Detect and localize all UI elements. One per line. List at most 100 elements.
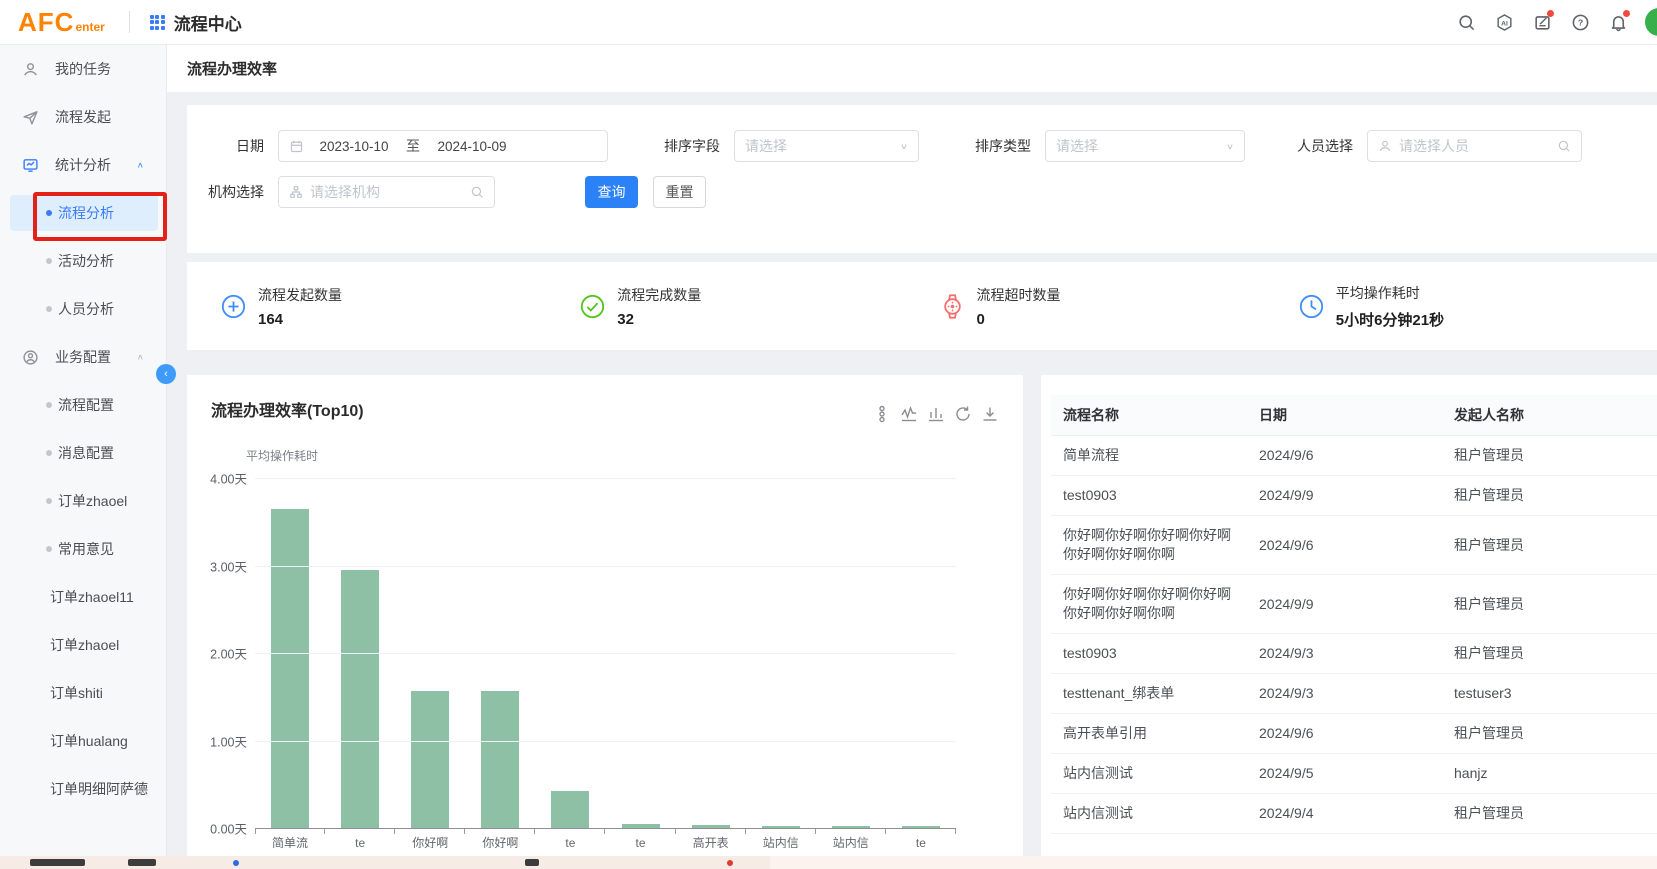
chart-bar[interactable]: [271, 509, 309, 828]
sidebar-item-process-analysis[interactable]: 流程分析: [0, 189, 166, 237]
topbar-actions: AI ?: [1453, 9, 1657, 35]
bell-icon[interactable]: [1605, 9, 1631, 35]
cell-date: 2024/9/9: [1247, 476, 1442, 516]
sidebar-item-activity-analysis[interactable]: 活动分析: [0, 237, 166, 285]
app-grid-icon[interactable]: [150, 15, 165, 30]
date-range-input[interactable]: 至: [278, 130, 608, 162]
sidebar-item-order-detail[interactable]: 订单明细阿萨德: [0, 765, 166, 813]
sidebar-item-order-shiti[interactable]: 订单shiti: [0, 669, 166, 717]
cell-initiator: 租户管理员: [1442, 436, 1657, 476]
stat-value: 5小时6分钟21秒: [1336, 309, 1444, 330]
sidebar-item-order-zhaoel-2[interactable]: 订单zhaoel: [0, 621, 166, 669]
cell-process-name: test0903: [1051, 634, 1247, 674]
table-row[interactable]: 站内信测试2024/9/5hanjz: [1051, 754, 1657, 794]
chart-bar[interactable]: [762, 826, 800, 828]
search-icon[interactable]: [1453, 9, 1479, 35]
table-row[interactable]: 简单流程2024/9/6租户管理员: [1051, 436, 1657, 476]
stats-panel: 流程发起数量 164 流程完成数量 32 流: [187, 262, 1657, 350]
sidebar-item-message-config[interactable]: 消息配置: [0, 429, 166, 477]
cell-initiator: 租户管理员: [1442, 794, 1657, 834]
process-table-panel: 流程名称 日期 发起人名称 简单流程2024/9/6租户管理员 test0903…: [1041, 375, 1657, 869]
sidebar-item-process-config[interactable]: 流程配置: [0, 381, 166, 429]
date-start-input[interactable]: [304, 139, 404, 154]
chart-bar[interactable]: [341, 570, 379, 828]
table-row[interactable]: 你好啊你好啊你好啊你好啊你好啊你好啊你啊2024/9/9租户管理员: [1051, 575, 1657, 634]
cell-date: 2024/9/3: [1247, 674, 1442, 714]
sort-type-label: 排序类型: [945, 136, 1031, 156]
svg-text:?: ?: [1577, 17, 1582, 27]
table-row[interactable]: test09032024/9/9租户管理员: [1051, 476, 1657, 516]
date-end-input[interactable]: [422, 139, 522, 154]
chart-bar[interactable]: [481, 691, 519, 828]
cell-date: 2024/9/5: [1247, 754, 1442, 794]
query-button[interactable]: 查询: [585, 176, 638, 208]
sidebar-item-common-opinions[interactable]: 常用意见: [0, 525, 166, 573]
sidebar-item-my-tasks[interactable]: 我的任务: [0, 45, 166, 93]
select-placeholder: 请选择: [1056, 136, 1226, 156]
col-header-initiator: 发起人名称: [1442, 395, 1657, 436]
gridline: [255, 741, 956, 742]
sidebar-item-order-hualang[interactable]: 订单hualang: [0, 717, 166, 765]
sidebar-item-label: 流程分析: [58, 203, 114, 223]
toolbox-bar-chart-icon[interactable]: [927, 405, 945, 423]
sidebar-item-personnel-analysis[interactable]: 人员分析: [0, 285, 166, 333]
sidebar-item-label: 消息配置: [58, 443, 114, 463]
sidebar-item-process-start[interactable]: 流程发起: [0, 93, 166, 141]
chart-x-label: 站内信: [746, 829, 816, 848]
compose-icon[interactable]: [1529, 9, 1555, 35]
toolbox-refresh-icon[interactable]: [954, 405, 972, 423]
col-header-date: 日期: [1247, 395, 1442, 436]
cell-initiator: 租户管理员: [1442, 714, 1657, 754]
cell-process-name: 你好啊你好啊你好啊你好啊你好啊你好啊你啊: [1051, 575, 1247, 634]
sidebar-group-business-config[interactable]: 业务配置 ∧: [0, 333, 166, 381]
toolbox-line-chart-icon[interactable]: [900, 405, 918, 423]
person-select-input[interactable]: 请选择人员: [1367, 130, 1582, 162]
chart-bar[interactable]: [622, 824, 660, 828]
chart-bar[interactable]: [692, 825, 730, 829]
chart-bar[interactable]: [832, 826, 870, 828]
sidebar-item-label: 我的任务: [55, 59, 111, 79]
divider: [129, 11, 130, 33]
bottom-edge-artifact: [0, 856, 1657, 869]
chart-xlabels: 简单流te你好啊你好啊tete高开表站内信站内信te: [255, 829, 956, 848]
sidebar-item-label: 常用意见: [58, 539, 114, 559]
cell-process-name: 站内信测试: [1051, 754, 1247, 794]
sidebar-item-order-zhaoel[interactable]: 订单zhaoel: [0, 477, 166, 525]
chart-bar[interactable]: [551, 791, 589, 828]
cell-initiator: 租户管理员: [1442, 634, 1657, 674]
cell-date: 2024/9/6: [1247, 714, 1442, 754]
org-select-input[interactable]: 请选择机构: [278, 176, 495, 208]
sidebar-item-order-zhaoel11[interactable]: 订单zhaoel11: [0, 573, 166, 621]
svg-text:AI: AI: [1501, 20, 1508, 27]
chart-bar[interactable]: [411, 691, 449, 828]
chart-bar[interactable]: [902, 826, 940, 828]
sidebar-collapse-button[interactable]: ‹: [156, 364, 176, 384]
table-row[interactable]: 你好啊你好啊你好啊你好啊你好啊你好啊你啊2024/9/6租户管理员: [1051, 516, 1657, 575]
sidebar-item-label: 流程配置: [58, 395, 114, 415]
cell-process-name: 你好啊你好啊你好啊你好啊你好啊你好啊你啊: [1051, 516, 1247, 575]
help-icon[interactable]: ?: [1567, 9, 1593, 35]
sidebar-group-statistics[interactable]: 统计分析 ∧: [0, 141, 166, 189]
cell-date: 2024/9/6: [1247, 436, 1442, 476]
page-title-bar: 流程办理效率: [167, 45, 1657, 92]
input-placeholder: 请选择机构: [310, 182, 463, 202]
table-row[interactable]: 站内信测试2024/9/4租户管理员: [1051, 794, 1657, 834]
toolbox-stack-icon[interactable]: [873, 405, 891, 423]
gridline: [255, 478, 956, 479]
sort-type-select[interactable]: 请选择 ∨: [1045, 130, 1245, 162]
chart-title: 流程办理效率(Top10): [211, 397, 364, 421]
sort-field-select[interactable]: 请选择 ∨: [734, 130, 919, 162]
toolbox-download-icon[interactable]: [981, 405, 999, 423]
table-row[interactable]: testtenant_绑表单2024/9/3testuser3: [1051, 674, 1657, 714]
stat-value: 32: [617, 311, 701, 328]
y-axis-tick-label: 1.00天: [187, 731, 247, 750]
date-separator: 至: [404, 136, 422, 156]
reset-button[interactable]: 重置: [653, 176, 706, 208]
cell-date: 2024/9/6: [1247, 516, 1442, 575]
cell-initiator: 租户管理员: [1442, 575, 1657, 634]
table-row[interactable]: 高开表单引用2024/9/6租户管理员: [1051, 714, 1657, 754]
ai-assistant-icon[interactable]: AI: [1491, 9, 1517, 35]
table-row[interactable]: test09032024/9/3租户管理员: [1051, 634, 1657, 674]
logo-text: AFC: [18, 7, 74, 38]
table-header-row: 流程名称 日期 发起人名称: [1051, 395, 1657, 436]
